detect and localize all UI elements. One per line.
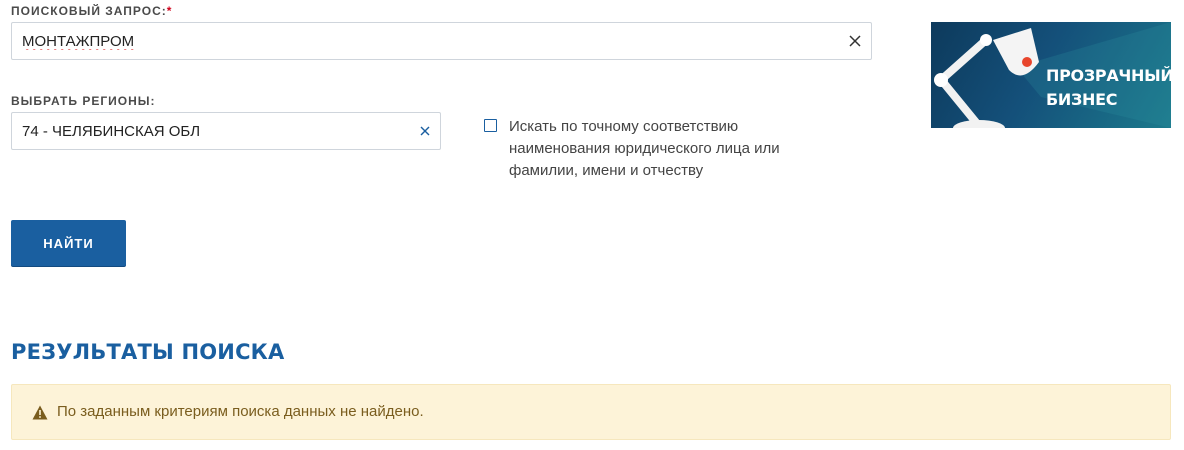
exact-match-label[interactable]: Искать по точному соответствию наименова…: [509, 116, 839, 182]
search-query-clear-icon[interactable]: [846, 32, 864, 50]
banner-title: ПРОЗРАЧНЫЙ БИЗНЕС: [1046, 64, 1171, 112]
search-query-label: ПОИСКОВЫЙ ЗАПРОС:*: [11, 4, 172, 18]
search-query-field[interactable]: [11, 22, 872, 60]
no-results-alert: По заданным критериям поиска данных не н…: [11, 384, 1171, 440]
warning-icon: [32, 405, 48, 420]
required-marker: *: [166, 4, 173, 18]
results-title: РЕЗУЛЬТАТЫ ПОИСКА: [11, 340, 285, 364]
regions-selected-value[interactable]: [22, 113, 412, 149]
search-query-input[interactable]: [22, 23, 842, 59]
banner-line-1: ПРОЗРАЧНЫЙ: [1046, 66, 1171, 85]
transparent-business-banner[interactable]: ПРОЗРАЧНЫЙ БИЗНЕС: [931, 22, 1171, 128]
search-page: ПОИСКОВЫЙ ЗАПРОС:* ВЫБРАТЬ РЕГИОНЫ: Иска…: [0, 0, 1184, 450]
regions-label: ВЫБРАТЬ РЕГИОНЫ:: [11, 94, 156, 108]
exact-match-checkbox[interactable]: [484, 119, 497, 132]
banner-line-2: БИЗНЕС: [1046, 90, 1118, 109]
regions-clear-icon[interactable]: [416, 122, 434, 140]
regions-select[interactable]: [11, 112, 441, 150]
search-button[interactable]: НАЙТИ: [11, 220, 126, 266]
search-query-label-text: ПОИСКОВЫЙ ЗАПРОС:: [11, 4, 167, 18]
no-results-message: По заданным критериям поиска данных не н…: [57, 403, 424, 420]
